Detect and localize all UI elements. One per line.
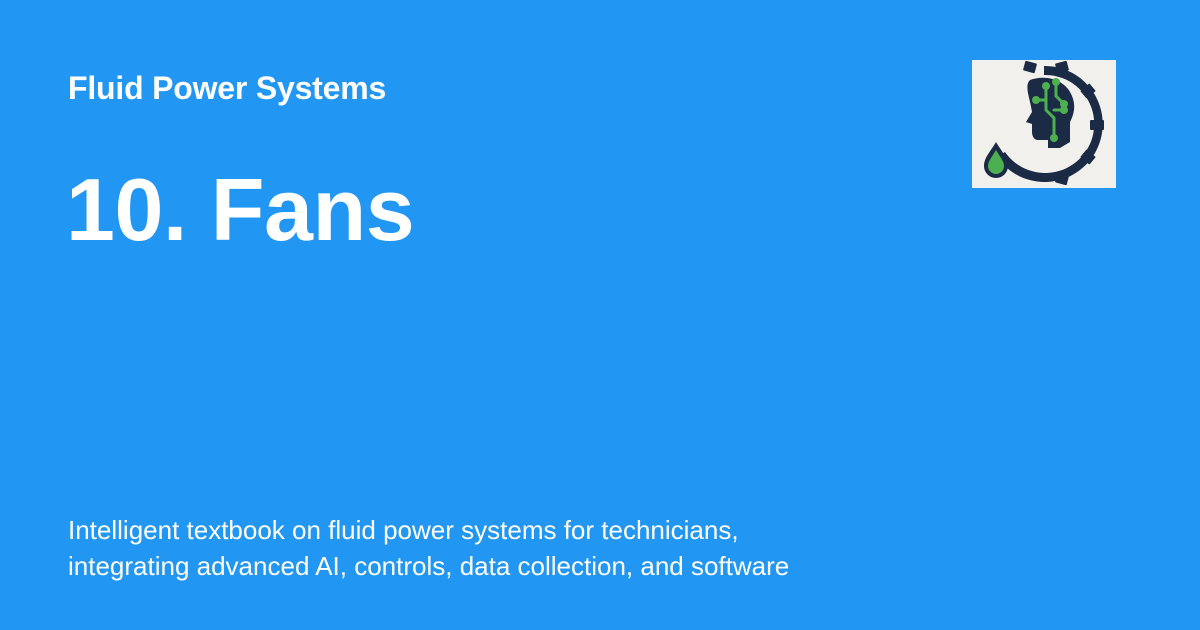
social-card: Fluid Power Systems 10. Fans Intelligent… [0, 0, 1200, 630]
site-name: Fluid Power Systems [68, 70, 387, 106]
head-gear-droplet-logo-icon [972, 60, 1116, 188]
description-line: Intelligent textbook on fluid power syst… [68, 515, 739, 545]
page-title: 10. Fans [66, 160, 415, 259]
description-line: integrating advanced AI, controls, data … [68, 551, 790, 581]
site-description: Intelligent textbook on fluid power syst… [68, 512, 928, 584]
